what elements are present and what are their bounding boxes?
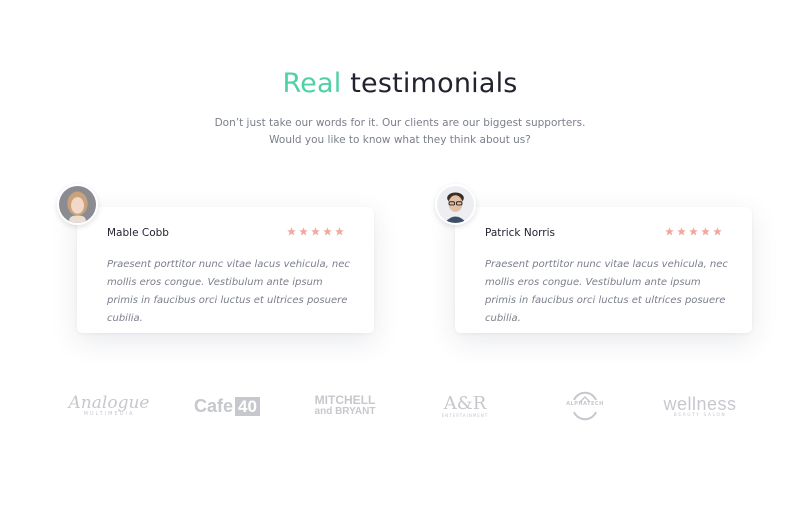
- avatar: [435, 184, 476, 225]
- logo-mitchell-bryant: MITCHELL and BRYANT: [314, 393, 376, 417]
- logo-cafe40: Cafe 40: [192, 388, 262, 424]
- testimonial-card: Patrick Norris Praesent porttitor nunc v…: [455, 207, 752, 333]
- logo-a-and-r: A&R ENTERTAINMENT: [441, 392, 489, 418]
- star-icon: [689, 227, 698, 236]
- star-icon: [665, 227, 674, 236]
- star-icon: [299, 227, 308, 236]
- rating-stars: [287, 227, 344, 236]
- testimonial-quote: Praesent porttitor nunc vitae lacus vehi…: [107, 259, 350, 324]
- subtitle-line-1: Don’t just take our words for it. Our cl…: [214, 117, 586, 129]
- star-icon: [335, 227, 344, 236]
- logo-wellness: wellness BEAUTY SALON: [663, 393, 737, 418]
- logo-alphatech: ALPHATECH: [555, 388, 615, 424]
- star-icon: [323, 227, 332, 236]
- title-rest: testimonials: [350, 68, 518, 99]
- rating-stars: [665, 227, 722, 236]
- star-icon: [701, 227, 710, 236]
- testimonial-quote: Praesent porttitor nunc vitae lacus vehi…: [485, 259, 728, 324]
- avatar-photo: [437, 186, 474, 223]
- star-icon: [311, 227, 320, 236]
- testimonial-author: Patrick Norris: [485, 227, 555, 239]
- client-logos: Analogue MULTIMEDIA Cafe 40 MITCHELL and…: [60, 388, 750, 424]
- section-subtitle: Don’t just take our words for it. Our cl…: [0, 115, 800, 149]
- avatar: [57, 184, 98, 225]
- avatar-photo: [59, 186, 96, 223]
- star-icon: [287, 227, 296, 236]
- subtitle-line-2: Would you like to know what they think a…: [269, 134, 531, 146]
- testimonial-card: Mable Cobb Praesent porttitor nunc vitae…: [77, 207, 374, 333]
- star-icon: [713, 227, 722, 236]
- section-title: Real testimonials: [0, 68, 800, 99]
- testimonial-author: Mable Cobb: [107, 227, 169, 239]
- star-icon: [677, 227, 686, 236]
- logo-analogue: Analogue MULTIMEDIA: [68, 393, 150, 418]
- title-accent: Real: [282, 68, 342, 99]
